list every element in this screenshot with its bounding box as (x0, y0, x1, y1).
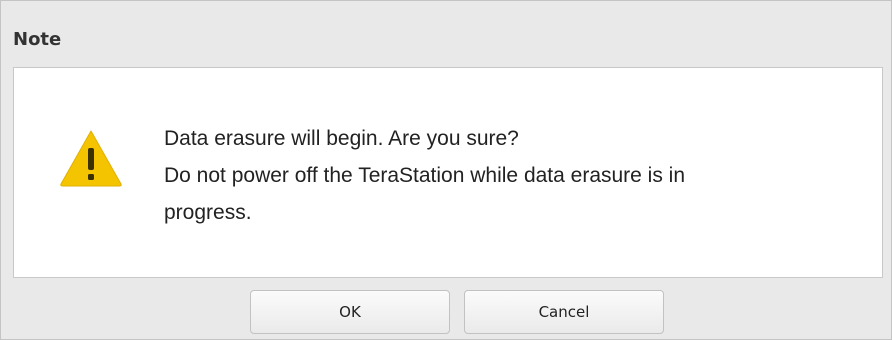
message-line: Data erasure will begin. Are you sure? (164, 127, 519, 150)
warning-icon (60, 130, 122, 187)
dialog-title: Note (13, 29, 62, 50)
message-line: progress. (164, 201, 252, 224)
dialog-message: Data erasure will begin. Are you sure? D… (164, 120, 864, 231)
note-dialog: Note Data erasure will begin. Are you su… (0, 0, 892, 340)
dialog-content: Data erasure will begin. Are you sure? D… (13, 67, 883, 278)
message-line: Do not power off the TeraStation while d… (164, 164, 686, 187)
dialog-titlebar[interactable]: Note (1, 1, 891, 67)
ok-button[interactable]: OK (250, 290, 450, 334)
cancel-button[interactable]: Cancel (464, 290, 664, 334)
